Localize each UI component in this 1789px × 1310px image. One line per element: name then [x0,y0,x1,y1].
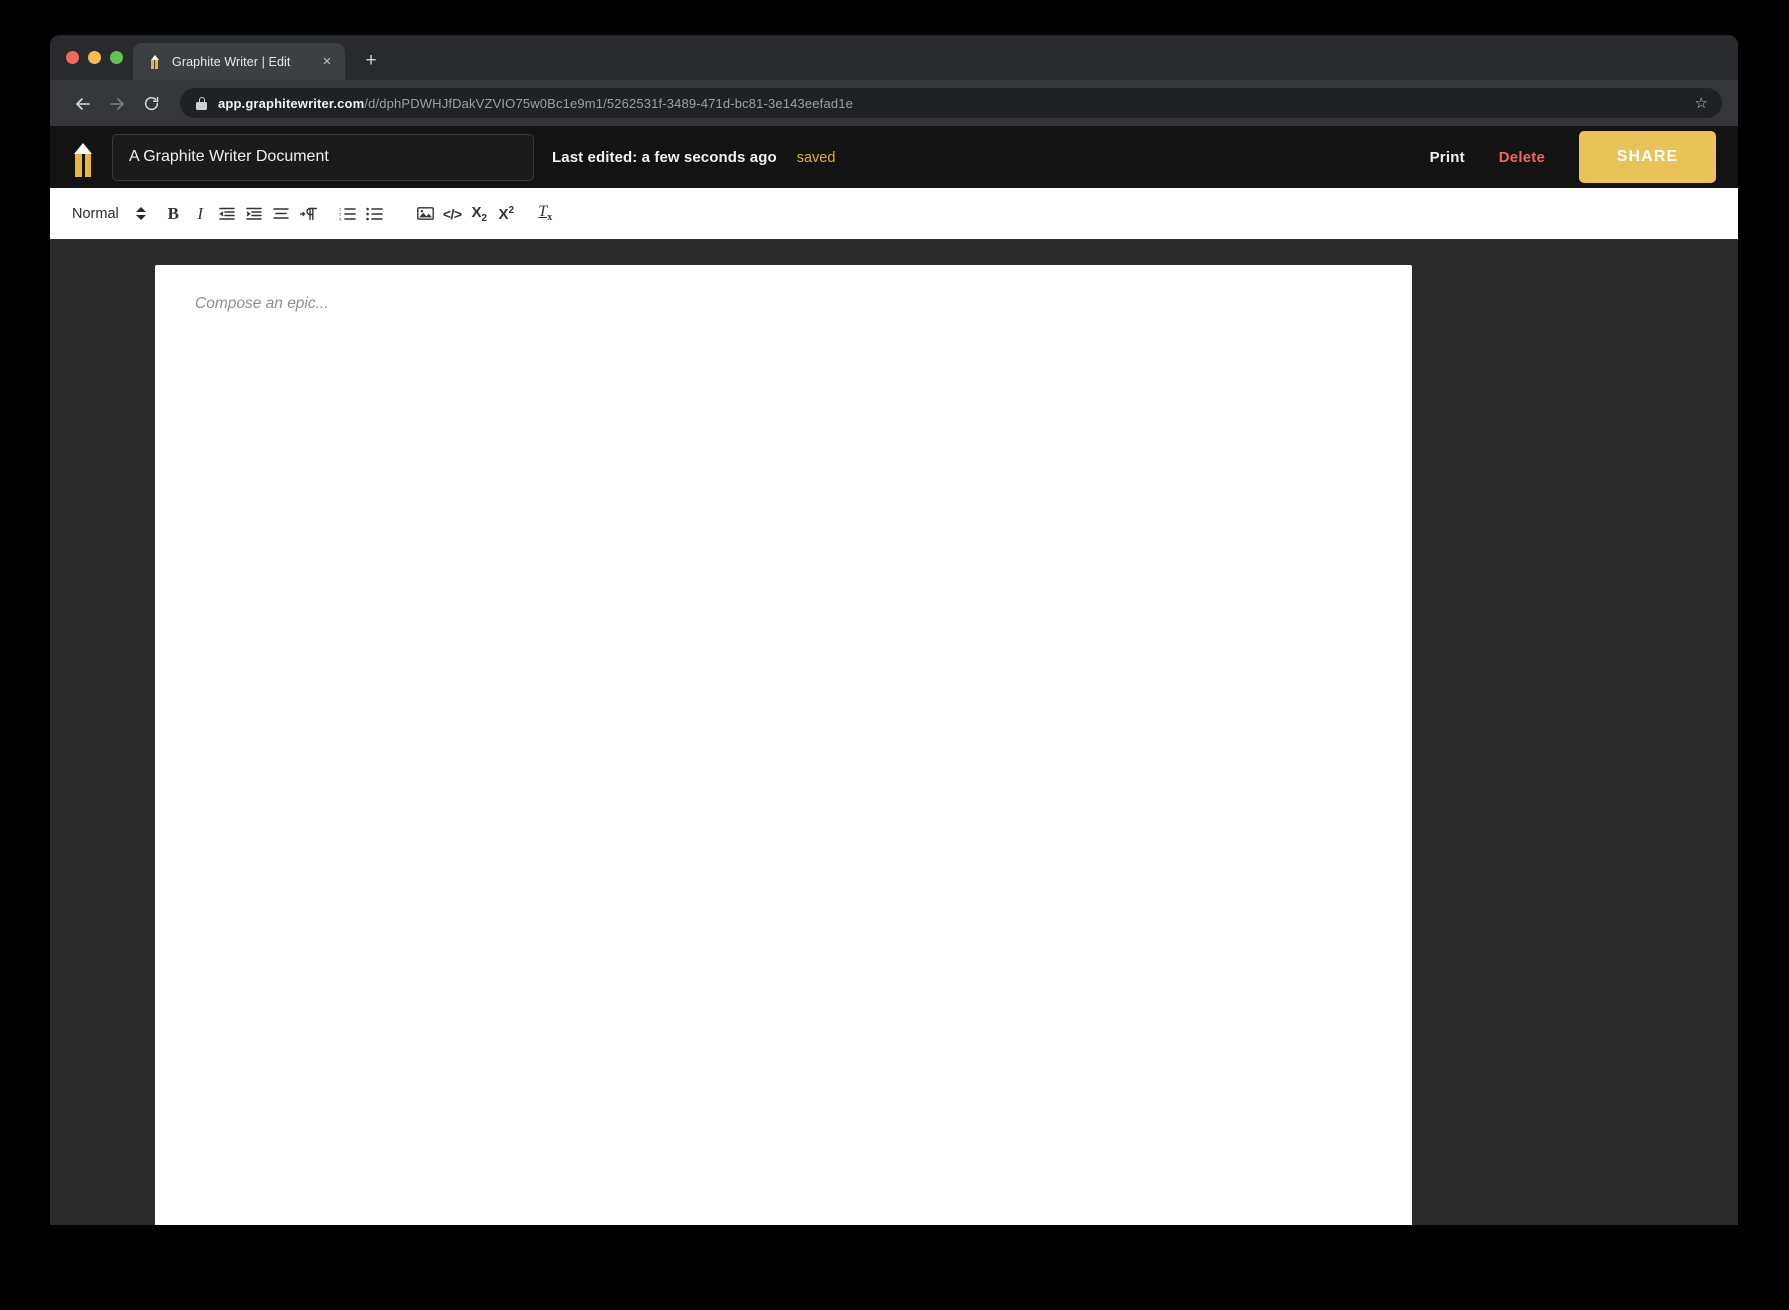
chevron-updown-icon[interactable] [134,207,148,220]
new-tab-button[interactable]: + [357,47,385,75]
bold-button[interactable]: B [161,199,186,229]
browser-toolbar: app.graphitewriter.com/d/dphPDWHJfDakVZV… [50,80,1738,126]
align-button[interactable] [269,199,294,229]
tab-close-icon[interactable]: × [318,53,336,71]
address-bar[interactable]: app.graphitewriter.com/d/dphPDWHJfDakVZV… [180,88,1722,118]
edit-status: Last edited: a few seconds ago saved [552,149,835,166]
last-edited-label: Last edited: a few seconds ago [552,148,777,166]
back-arrow-icon[interactable] [66,86,100,120]
outdent-button[interactable] [215,199,240,229]
editor-placeholder: Compose an epic... [195,295,329,312]
editor-area: Compose an epic... [50,239,1738,1225]
url-text: app.graphitewriter.com/d/dphPDWHJfDakVZV… [218,96,1684,111]
document-title-input[interactable] [112,133,534,181]
maximize-window-button[interactable] [110,51,123,64]
forward-arrow-icon[interactable] [100,86,134,120]
browser-tab[interactable]: Graphite Writer | Edit × [133,43,345,80]
lock-icon [196,96,207,110]
clear-formatting-button[interactable]: Tx [533,199,558,229]
url-path: /d/dphPDWHJfDakVZVIO75w0Bc1e9m1/5262531f… [364,95,853,111]
saved-badge: saved [796,149,836,166]
graphite-writer-app: Last edited: a few seconds ago saved Pri… [50,126,1738,1225]
tab-strip: Graphite Writer | Edit × + [50,35,1738,80]
paragraph-style-select[interactable]: Normal [72,206,148,222]
graphite-writer-pencil-logo-icon[interactable] [66,137,100,177]
star-icon[interactable]: ☆ [1695,96,1708,111]
window-traffic-lights [62,35,133,80]
editor-toolbar: Normal B I 1 2 3 </> X2 X2 Tx [50,188,1738,239]
document-page[interactable]: Compose an epic... [155,265,1412,1225]
tab-title: Graphite Writer | Edit [172,54,291,69]
reload-icon[interactable] [134,86,168,120]
superscript-button[interactable]: X2 [494,199,519,229]
subscript-button[interactable]: X2 [467,199,492,229]
italic-button[interactable]: I [188,199,213,229]
indent-button[interactable] [242,199,267,229]
bullet-list-button[interactable] [362,199,387,229]
text-direction-button[interactable] [296,199,321,229]
print-button[interactable]: Print [1430,149,1465,166]
minimize-window-button[interactable] [88,51,101,64]
delete-button[interactable]: Delete [1499,149,1545,166]
insert-image-button[interactable] [413,199,438,229]
tab-favicon-pencil-icon [147,54,163,70]
browser-window: Graphite Writer | Edit × + app.graphitew… [50,35,1738,1225]
code-block-button[interactable]: </> [440,199,465,229]
share-button[interactable]: SHARE [1579,131,1716,183]
svg-text:3: 3 [339,216,342,221]
app-header: Last edited: a few seconds ago saved Pri… [50,126,1738,188]
close-window-button[interactable] [66,51,79,64]
url-host: app.graphitewriter.com [218,95,365,111]
numbered-list-button[interactable]: 1 2 3 [335,199,360,229]
paragraph-style-label: Normal [72,205,119,222]
